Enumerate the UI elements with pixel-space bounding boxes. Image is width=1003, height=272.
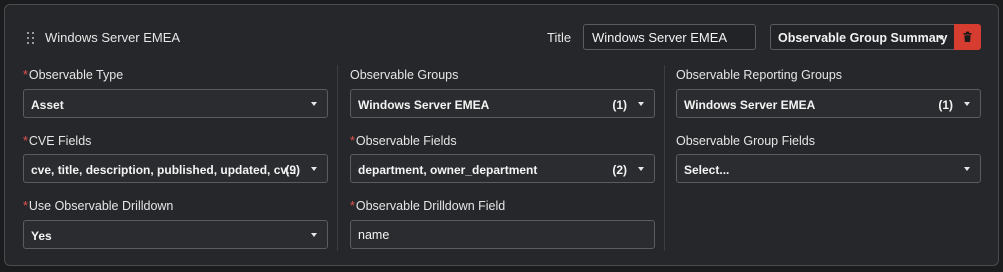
observable-type-select[interactable]: Asset bbox=[23, 89, 328, 118]
column-divider bbox=[664, 65, 665, 251]
observable-fields-select[interactable]: department, owner_department (2) bbox=[350, 154, 655, 183]
observable-groups-count: (1) bbox=[612, 98, 627, 112]
observable-fields-count: (2) bbox=[612, 163, 627, 177]
cve-fields-count: (9) bbox=[285, 163, 300, 177]
observable-drilldown-field-input[interactable] bbox=[350, 220, 655, 249]
use-observable-drilldown-value: Yes bbox=[31, 229, 52, 243]
observable-reporting-groups-label: Observable Reporting Groups bbox=[676, 68, 843, 82]
use-observable-drilldown-label: *Use Observable Drilldown bbox=[23, 199, 174, 213]
required-marker: * bbox=[23, 199, 28, 213]
observable-groups-label: Observable Groups bbox=[350, 68, 459, 82]
caret-down-icon bbox=[964, 167, 970, 171]
required-marker: * bbox=[350, 134, 355, 148]
caret-down-icon bbox=[311, 167, 317, 171]
required-marker: * bbox=[23, 68, 28, 82]
observable-fields-value: department, owner_department bbox=[358, 163, 538, 177]
caret-down-icon bbox=[311, 233, 317, 237]
title-input[interactable] bbox=[583, 24, 756, 50]
delete-button[interactable] bbox=[954, 24, 981, 50]
observable-type-value: Asset bbox=[31, 98, 64, 112]
use-observable-drilldown-select[interactable]: Yes bbox=[23, 220, 328, 249]
cve-fields-select[interactable]: cve, title, description, published, upda… bbox=[23, 154, 328, 183]
observable-drilldown-field-label: *Observable Drilldown Field bbox=[350, 199, 506, 213]
caret-down-icon bbox=[938, 36, 944, 40]
observable-group-fields-select[interactable]: Select... bbox=[676, 154, 981, 183]
observable-reporting-groups-select[interactable]: Windows Server EMEA (1) bbox=[676, 89, 981, 118]
observable-reporting-groups-count: (1) bbox=[938, 98, 953, 112]
observable-reporting-groups-value: Windows Server EMEA bbox=[684, 98, 816, 112]
panel-title: Windows Server EMEA bbox=[45, 30, 181, 45]
observable-group-fields-label: Observable Group Fields bbox=[676, 134, 815, 148]
visualization-select-value: Observable Group Summary bbox=[778, 31, 948, 45]
required-marker: * bbox=[350, 199, 355, 213]
trash-icon bbox=[963, 31, 972, 42]
title-label: Title bbox=[547, 30, 572, 45]
column-divider bbox=[337, 65, 338, 251]
observable-groups-select[interactable]: Windows Server EMEA (1) bbox=[350, 89, 655, 118]
panel-header: Windows Server EMEA Title Observable Gro… bbox=[5, 5, 998, 65]
required-marker: * bbox=[23, 134, 28, 148]
caret-down-icon bbox=[638, 167, 644, 171]
observable-type-label: *Observable Type bbox=[23, 68, 124, 82]
cve-fields-value: cve, title, description, published, upda… bbox=[31, 163, 297, 177]
panel: Windows Server EMEA Title Observable Gro… bbox=[4, 4, 999, 266]
cve-fields-label: *CVE Fields bbox=[23, 134, 92, 148]
caret-down-icon bbox=[638, 102, 644, 106]
visualization-select[interactable]: Observable Group Summary bbox=[770, 24, 954, 50]
observable-group-fields-placeholder: Select... bbox=[684, 163, 730, 177]
drag-handle-icon[interactable] bbox=[26, 32, 36, 46]
caret-down-icon bbox=[964, 102, 970, 106]
observable-fields-label: *Observable Fields bbox=[350, 134, 457, 148]
observable-groups-value: Windows Server EMEA bbox=[358, 98, 490, 112]
caret-down-icon bbox=[311, 102, 317, 106]
